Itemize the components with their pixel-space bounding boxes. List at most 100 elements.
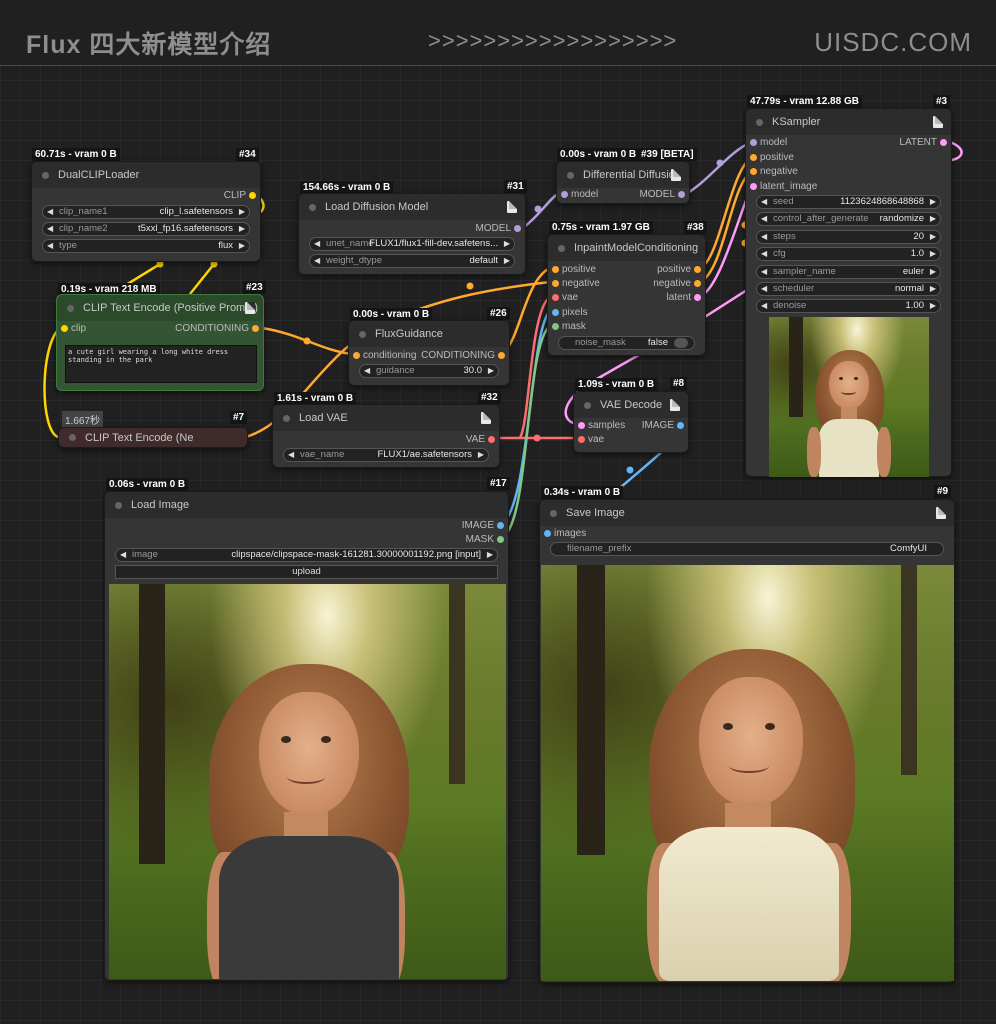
input-pin-images[interactable] (544, 530, 551, 537)
output-pin-model[interactable] (514, 225, 521, 232)
node-title: Save Image (566, 507, 625, 519)
node-id: #31 (504, 180, 527, 193)
node-load-diffusion-model[interactable]: Load Diffusion Model MODEL ◀ unet_name FLU… (298, 193, 526, 275)
widget-guidance[interactable]: ◀ guidance 30.0 ▶ (359, 364, 499, 378)
collapse-dot-icon[interactable] (756, 118, 763, 126)
widget-type[interactable]: ◀ type flux ▶ (42, 239, 250, 253)
input-pin-conditioning[interactable] (353, 352, 360, 359)
node-title: Load Diffusion Model (325, 201, 429, 213)
node-title: Load VAE (299, 412, 348, 424)
node-load-vae[interactable]: Load VAE VAE ◀ vae_name FLUX1/ae.safetenso… (272, 404, 500, 468)
header-arrows: >>>>>>>>>>>>>>>>>> (428, 28, 678, 53)
collapse-dot-icon[interactable] (550, 509, 557, 517)
document-icon[interactable] (933, 116, 943, 128)
collapse-dot-icon[interactable] (67, 304, 74, 312)
widget-control-after-generate[interactable]: ◀ control_after_generate randomize ▶ (756, 212, 941, 226)
node-ksampler[interactable]: KSampler model LATENT positive negative l… (745, 108, 952, 477)
collapse-dot-icon[interactable] (584, 401, 591, 409)
widget-vae-name[interactable]: ◀ vae_name FLUX1/ae.safetensors ▶ (283, 448, 489, 462)
brand-logo: UISDC.COM (814, 27, 972, 57)
input-pin-pixels[interactable] (552, 309, 559, 316)
output-pin-image[interactable] (677, 422, 684, 429)
input-pin-samples[interactable] (578, 422, 585, 429)
node-time: 0.00s - vram 0 B (557, 148, 640, 161)
node-title: Differential Diffusion (583, 169, 682, 181)
input-pin-negative[interactable] (750, 168, 757, 175)
prompt-textarea[interactable]: a cute girl wearing a long white dress s… (65, 345, 257, 383)
node-differential-diffusion[interactable]: Differential Diffusion model MODEL (556, 161, 690, 204)
node-time: 0.75s - vram 1.97 GB (549, 221, 653, 234)
widget-steps[interactable]: ◀ steps 20 ▶ (756, 230, 941, 244)
toggle-switch[interactable] (674, 338, 688, 348)
node-dualcliploader[interactable]: DualCLIPLoader CLIP ◀ clip_name1 clip_l.sa… (31, 161, 261, 262)
document-icon[interactable] (671, 169, 681, 181)
output-pin-negative[interactable] (694, 280, 701, 287)
node-title: InpaintModelConditioning (574, 242, 699, 254)
widget-clip-name2[interactable]: ◀ clip_name2 t5xxl_fp16.safetensors ▶ (42, 222, 250, 236)
output-pin-image[interactable] (497, 522, 504, 529)
node-id: #34 (236, 148, 259, 161)
output-pin-mask[interactable] (497, 536, 504, 543)
document-icon[interactable] (245, 302, 255, 314)
input-pin-model[interactable] (750, 139, 757, 146)
document-icon[interactable] (670, 399, 680, 411)
node-inpaint-model-conditioning[interactable]: InpaintModelConditioning positive positiv… (547, 234, 706, 356)
output-pin-positive[interactable] (694, 266, 701, 273)
widget-sampler-name[interactable]: ◀ sampler_name euler ▶ (756, 265, 941, 279)
collapse-dot-icon[interactable] (567, 171, 574, 179)
collapse-dot-icon[interactable] (42, 171, 49, 179)
input-pin-positive[interactable] (552, 266, 559, 273)
node-vae-decode[interactable]: VAE Decode samples IMAGE vae (573, 391, 689, 453)
document-icon[interactable] (481, 412, 491, 424)
widget-denoise[interactable]: ◀ denoise 1.00 ▶ (756, 299, 941, 313)
collapse-dot-icon[interactable] (115, 501, 122, 509)
output-pin-latent[interactable] (694, 294, 701, 301)
node-title: Load Image (131, 499, 190, 511)
output-pin-clip[interactable] (249, 192, 256, 199)
node-clip-text-encode-negative[interactable]: CLIP Text Encode (Ne (58, 427, 248, 448)
document-icon[interactable] (936, 507, 946, 519)
widget-scheduler[interactable]: ◀ scheduler normal ▶ (756, 282, 941, 296)
node-flux-guidance[interactable]: FluxGuidance conditioning CONDITIONING ◀ g… (348, 320, 510, 386)
node-time: 0.06s - vram 0 B (106, 478, 189, 491)
collapse-dot-icon[interactable] (309, 203, 316, 211)
node-save-image[interactable]: Save Image images filename_prefix ComfyUI (539, 499, 955, 983)
node-time: 1.09s - vram 0 B (575, 378, 658, 391)
input-pin-positive[interactable] (750, 154, 757, 161)
widget-cfg[interactable]: ◀ cfg 1.0 ▶ (756, 247, 941, 261)
collapse-dot-icon[interactable] (283, 414, 290, 422)
output-pin-vae[interactable] (488, 436, 495, 443)
node-load-image[interactable]: Load Image IMAGE MASK ◀ image clipspace/cl… (104, 491, 509, 981)
widget-image-select[interactable]: ◀ image clipspace/clipspace-mask-161281.30… (115, 548, 498, 562)
input-pin-vae[interactable] (578, 436, 585, 443)
output-pin-conditioning[interactable] (498, 352, 505, 359)
input-pin-vae[interactable] (552, 294, 559, 301)
node-id: #32 (478, 391, 501, 404)
input-pin-negative[interactable] (552, 280, 559, 287)
output-pin-conditioning[interactable] (252, 325, 259, 332)
node-time: 0.34s - vram 0 B (541, 486, 624, 499)
collapse-dot-icon[interactable] (558, 244, 565, 252)
widget-unet-name[interactable]: ◀ unet_name FLUX1/flux1-fill-dev.safetens.… (309, 237, 515, 251)
upload-button[interactable]: upload (115, 565, 498, 579)
collapse-dot-icon[interactable] (359, 330, 366, 338)
node-badge: 1.667秒 (62, 411, 104, 428)
node-time: 60.71s - vram 0 B (32, 148, 120, 161)
document-icon[interactable] (507, 201, 517, 213)
node-id: #17 (487, 477, 510, 490)
input-image-masked (109, 584, 506, 979)
output-pin-model[interactable] (678, 191, 685, 198)
node-clip-text-encode-positive[interactable]: CLIP Text Encode (Positive Prompt) clip C… (56, 294, 264, 391)
widget-seed[interactable]: ◀ seed 1123624868648868 ▶ (756, 195, 941, 209)
widget-weight-dtype[interactable]: ◀ weight_dtype default ▶ (309, 254, 515, 268)
input-pin-model[interactable] (561, 191, 568, 198)
output-clip-label: CLIP (223, 190, 246, 201)
output-pin-latent[interactable] (940, 139, 947, 146)
input-pin-mask[interactable] (552, 323, 559, 330)
input-pin-latent-image[interactable] (750, 183, 757, 190)
input-pin-clip[interactable] (61, 325, 68, 332)
collapse-dot-icon[interactable] (69, 434, 76, 441)
widget-clip-name1[interactable]: ◀ clip_name1 clip_l.safetensors ▶ (42, 205, 250, 219)
widget-filename-prefix[interactable]: filename_prefix ComfyUI (550, 542, 944, 556)
widget-noise-mask[interactable]: noise_mask false (558, 336, 695, 350)
